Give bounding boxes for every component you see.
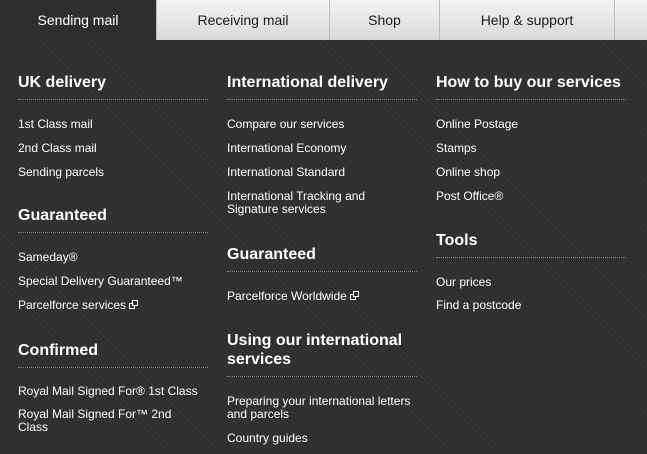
link-signed-for-2nd[interactable]: Royal Mail Signed For™ 2nd Class <box>18 408 193 434</box>
divider <box>18 99 208 100</box>
link-compare-services[interactable]: Compare our services <box>227 118 344 131</box>
link-stamps[interactable]: Stamps <box>436 142 477 155</box>
link-our-prices[interactable]: Our prices <box>436 276 491 289</box>
divider <box>18 367 208 368</box>
tab-receiving-mail[interactable]: Receiving mail <box>156 0 329 40</box>
tab-help-support[interactable]: Help & support <box>439 0 614 40</box>
link-special-delivery[interactable]: Special Delivery Guaranteed™ <box>18 275 183 288</box>
heading-how-to-buy: How to buy our services <box>436 74 621 91</box>
link-sending-parcels[interactable]: Sending parcels <box>18 166 104 179</box>
link-2nd-class-mail[interactable]: 2nd Class mail <box>18 142 97 155</box>
divider <box>436 257 626 258</box>
heading-guaranteed-international: Guaranteed <box>227 246 316 263</box>
divider <box>227 271 417 272</box>
heading-confirmed: Confirmed <box>18 342 98 359</box>
link-post-office[interactable]: Post Office® <box>436 190 503 203</box>
tab-shop[interactable]: Shop <box>329 0 439 40</box>
tab-more <box>614 0 647 40</box>
link-online-postage[interactable]: Online Postage <box>436 118 518 131</box>
link-label: Parcelforce services <box>18 298 127 312</box>
heading-uk-delivery: UK delivery <box>18 74 107 91</box>
link-international-tracking[interactable]: International Tracking and Signature ser… <box>227 190 387 216</box>
link-signed-for-1st[interactable]: Royal Mail Signed For® 1st Class <box>18 385 208 398</box>
tab-sending-mail[interactable]: Sending mail <box>0 0 156 40</box>
divider <box>18 232 208 233</box>
mega-menu-panel: UK delivery 1st Class mail 2nd Class mai… <box>0 40 647 454</box>
link-country-guides[interactable]: Country guides <box>227 432 308 445</box>
divider <box>436 99 626 100</box>
link-international-economy[interactable]: International Economy <box>227 142 346 155</box>
divider <box>227 99 417 100</box>
heading-international-delivery: International delivery <box>227 74 388 91</box>
external-link-icon <box>349 291 359 300</box>
divider <box>227 376 417 377</box>
link-sameday[interactable]: Sameday® <box>18 251 78 264</box>
main-nav-tabs: Sending mail Receiving mail Shop Help & … <box>0 0 647 40</box>
heading-guaranteed-uk: Guaranteed <box>18 207 107 224</box>
external-link-icon <box>129 300 139 309</box>
link-parcelforce-services[interactable]: Parcelforce services <box>18 298 139 312</box>
link-online-shop[interactable]: Online shop <box>436 166 500 179</box>
link-parcelforce-worldwide[interactable]: Parcelforce Worldwide <box>227 290 359 303</box>
link-international-standard[interactable]: International Standard <box>227 166 345 179</box>
link-1st-class-mail[interactable]: 1st Class mail <box>18 118 93 131</box>
heading-using-international: Using our international services <box>227 332 403 368</box>
heading-tools: Tools <box>436 232 478 249</box>
link-find-postcode[interactable]: Find a postcode <box>436 299 521 312</box>
link-preparing-international[interactable]: Preparing your international letters and… <box>227 395 417 421</box>
link-label: Parcelforce Worldwide <box>227 289 347 303</box>
